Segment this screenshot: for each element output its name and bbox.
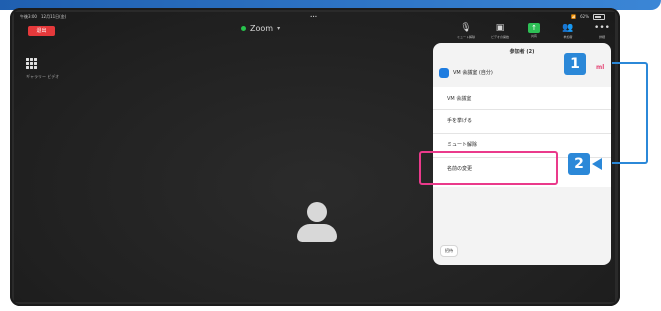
battery-icon bbox=[593, 14, 605, 20]
rename-highlight bbox=[419, 151, 558, 185]
secure-indicator-icon bbox=[241, 26, 246, 31]
participants-icon: 👥 bbox=[562, 23, 574, 33]
instruction-arrow bbox=[612, 62, 648, 164]
unmute-menu-item[interactable]: ミュート解除 bbox=[447, 141, 477, 148]
grid-icon bbox=[26, 58, 37, 69]
status-dots: ••• bbox=[310, 14, 318, 19]
avatar-head bbox=[307, 202, 327, 222]
callout-2: 2 bbox=[568, 153, 590, 175]
meeting-title-label: Zoom bbox=[250, 24, 274, 33]
avatar-body bbox=[297, 224, 337, 242]
status-right: 📶 62% bbox=[571, 12, 605, 22]
menu-divider bbox=[433, 109, 611, 110]
status-time: 午後3:00 12月11日(金) bbox=[20, 14, 67, 19]
video-off-icon: ▣ bbox=[495, 23, 505, 33]
menu-divider bbox=[433, 133, 611, 134]
unmute-button[interactable]: 🎙 ミュート解除 bbox=[453, 23, 479, 45]
status-bar: 午後3:00 12月11日(金) ••• 📶 62% bbox=[14, 12, 615, 22]
mic-off-icon: 🎙 bbox=[460, 23, 472, 33]
meeting-title[interactable]: Zoom ▾ bbox=[241, 24, 280, 33]
participants-label: 参加者 bbox=[563, 35, 573, 39]
more-button[interactable]: ••• 詳細 bbox=[589, 23, 615, 45]
callout-1: 1 bbox=[564, 53, 586, 75]
start-video-label: ビデオの開始 bbox=[490, 35, 509, 39]
share-icon: ↑ bbox=[528, 23, 540, 33]
gallery-view-label: ギャラリー ビデオ bbox=[26, 74, 60, 79]
battery-percent: 62% bbox=[580, 14, 589, 19]
chevron-down-icon: ▾ bbox=[277, 25, 281, 32]
wifi-icon: 📶 bbox=[571, 14, 577, 19]
share-label: 共有 bbox=[530, 34, 537, 38]
leave-button[interactable]: 退出 bbox=[28, 26, 55, 36]
meeting-toolbar: 🎙 ミュート解除 ▣ ビデオの開始 ↑ 共有 👥 参加者 ••• 詳細 bbox=[453, 23, 615, 45]
invite-button[interactable]: 招待 bbox=[440, 245, 458, 257]
start-video-button[interactable]: ▣ ビデオの開始 bbox=[487, 23, 513, 45]
arrow-head-icon bbox=[592, 158, 602, 170]
participant-badge-icon bbox=[439, 68, 449, 78]
more-icon: ••• bbox=[594, 23, 610, 33]
participants-button[interactable]: 👥 参加者 bbox=[555, 23, 581, 45]
menu-title: VM 会議室 bbox=[447, 96, 472, 102]
raise-hand-menu-item[interactable]: 手を挙げる bbox=[447, 117, 472, 124]
participant-name: VM 会議室 (自分) bbox=[453, 70, 493, 76]
share-button[interactable]: ↑ 共有 bbox=[521, 23, 547, 45]
more-label: 詳細 bbox=[598, 35, 605, 39]
marker-text: ml bbox=[596, 64, 605, 71]
participant-avatar bbox=[295, 196, 341, 248]
unmute-label: ミュート解除 bbox=[456, 35, 475, 39]
